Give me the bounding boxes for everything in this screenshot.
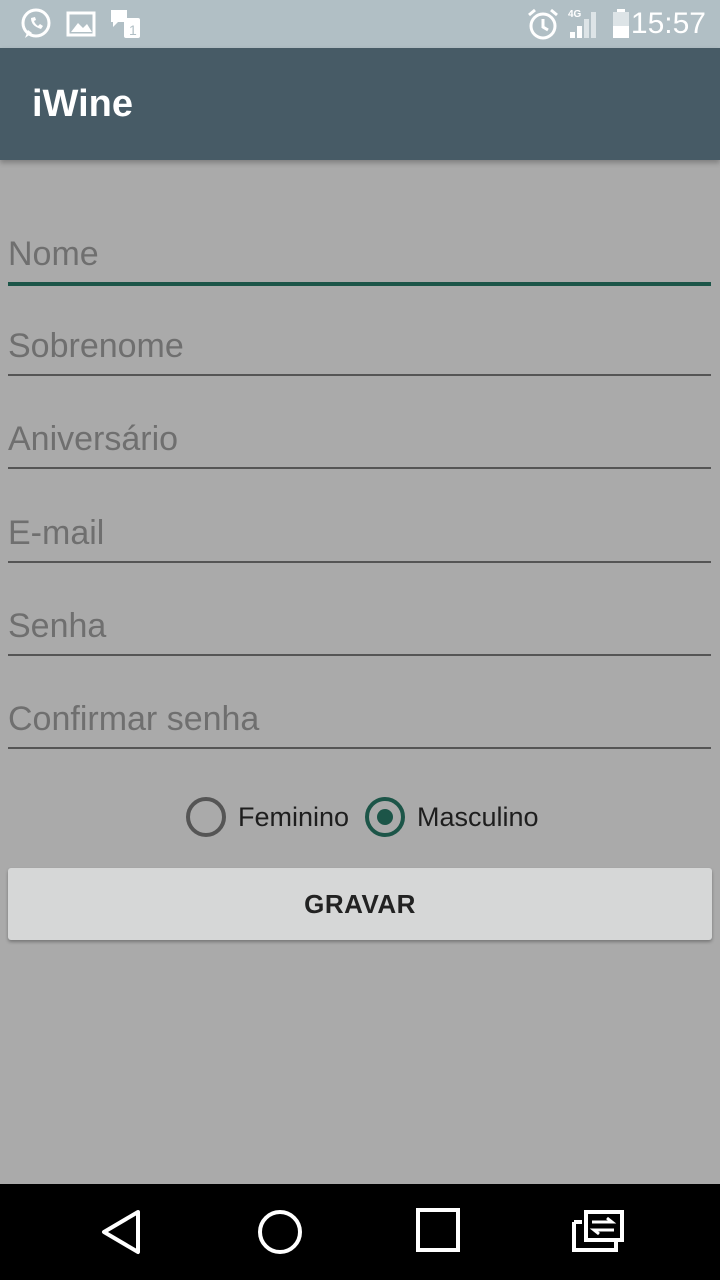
- radio-feminino-label: Feminino: [238, 801, 350, 832]
- radio-masculino[interactable]: Masculino: [365, 796, 539, 838]
- email-input[interactable]: [8, 511, 711, 555]
- notification-icon: 1: [108, 6, 142, 47]
- sobrenome-input[interactable]: [8, 324, 711, 368]
- app-bar: iWine: [0, 48, 720, 160]
- radio-masculino-label: Masculino: [417, 801, 539, 832]
- radio-feminino-circle[interactable]: [186, 797, 226, 837]
- battery-icon: [610, 6, 632, 47]
- confirmar-senha-field: [8, 683, 711, 749]
- signal-icon: 4G: [566, 6, 602, 47]
- radio-masculino-circle[interactable]: [365, 797, 405, 837]
- whatsapp-icon: [18, 6, 54, 47]
- aniversario-input[interactable]: [8, 417, 711, 461]
- senha-input[interactable]: [8, 604, 711, 648]
- navigation-bar: [0, 1184, 720, 1280]
- network-label: 4G: [568, 9, 582, 20]
- home-icon[interactable]: [256, 1208, 304, 1261]
- radio-selected-dot: [377, 809, 393, 825]
- senha-field: [8, 590, 711, 656]
- nome-input[interactable]: [8, 232, 711, 276]
- switch-app-icon[interactable]: [570, 1208, 626, 1261]
- status-bar: 1 4G 15:57: [0, 0, 720, 48]
- nome-field: [8, 218, 711, 286]
- aniversario-field: [8, 403, 711, 469]
- sobrenome-field: [8, 310, 711, 376]
- gallery-icon: [66, 6, 96, 47]
- back-icon[interactable]: [100, 1208, 144, 1261]
- alarm-icon: [526, 6, 560, 47]
- gravar-button[interactable]: GRAVAR: [8, 868, 712, 940]
- radio-feminino[interactable]: Feminino: [186, 796, 349, 838]
- confirmar-senha-input[interactable]: [8, 697, 711, 741]
- status-clock: 15:57: [630, 7, 706, 40]
- email-field: [8, 497, 711, 563]
- recents-icon[interactable]: [416, 1208, 462, 1259]
- app-title: iWine: [32, 83, 133, 125]
- svg-text:1: 1: [129, 22, 137, 38]
